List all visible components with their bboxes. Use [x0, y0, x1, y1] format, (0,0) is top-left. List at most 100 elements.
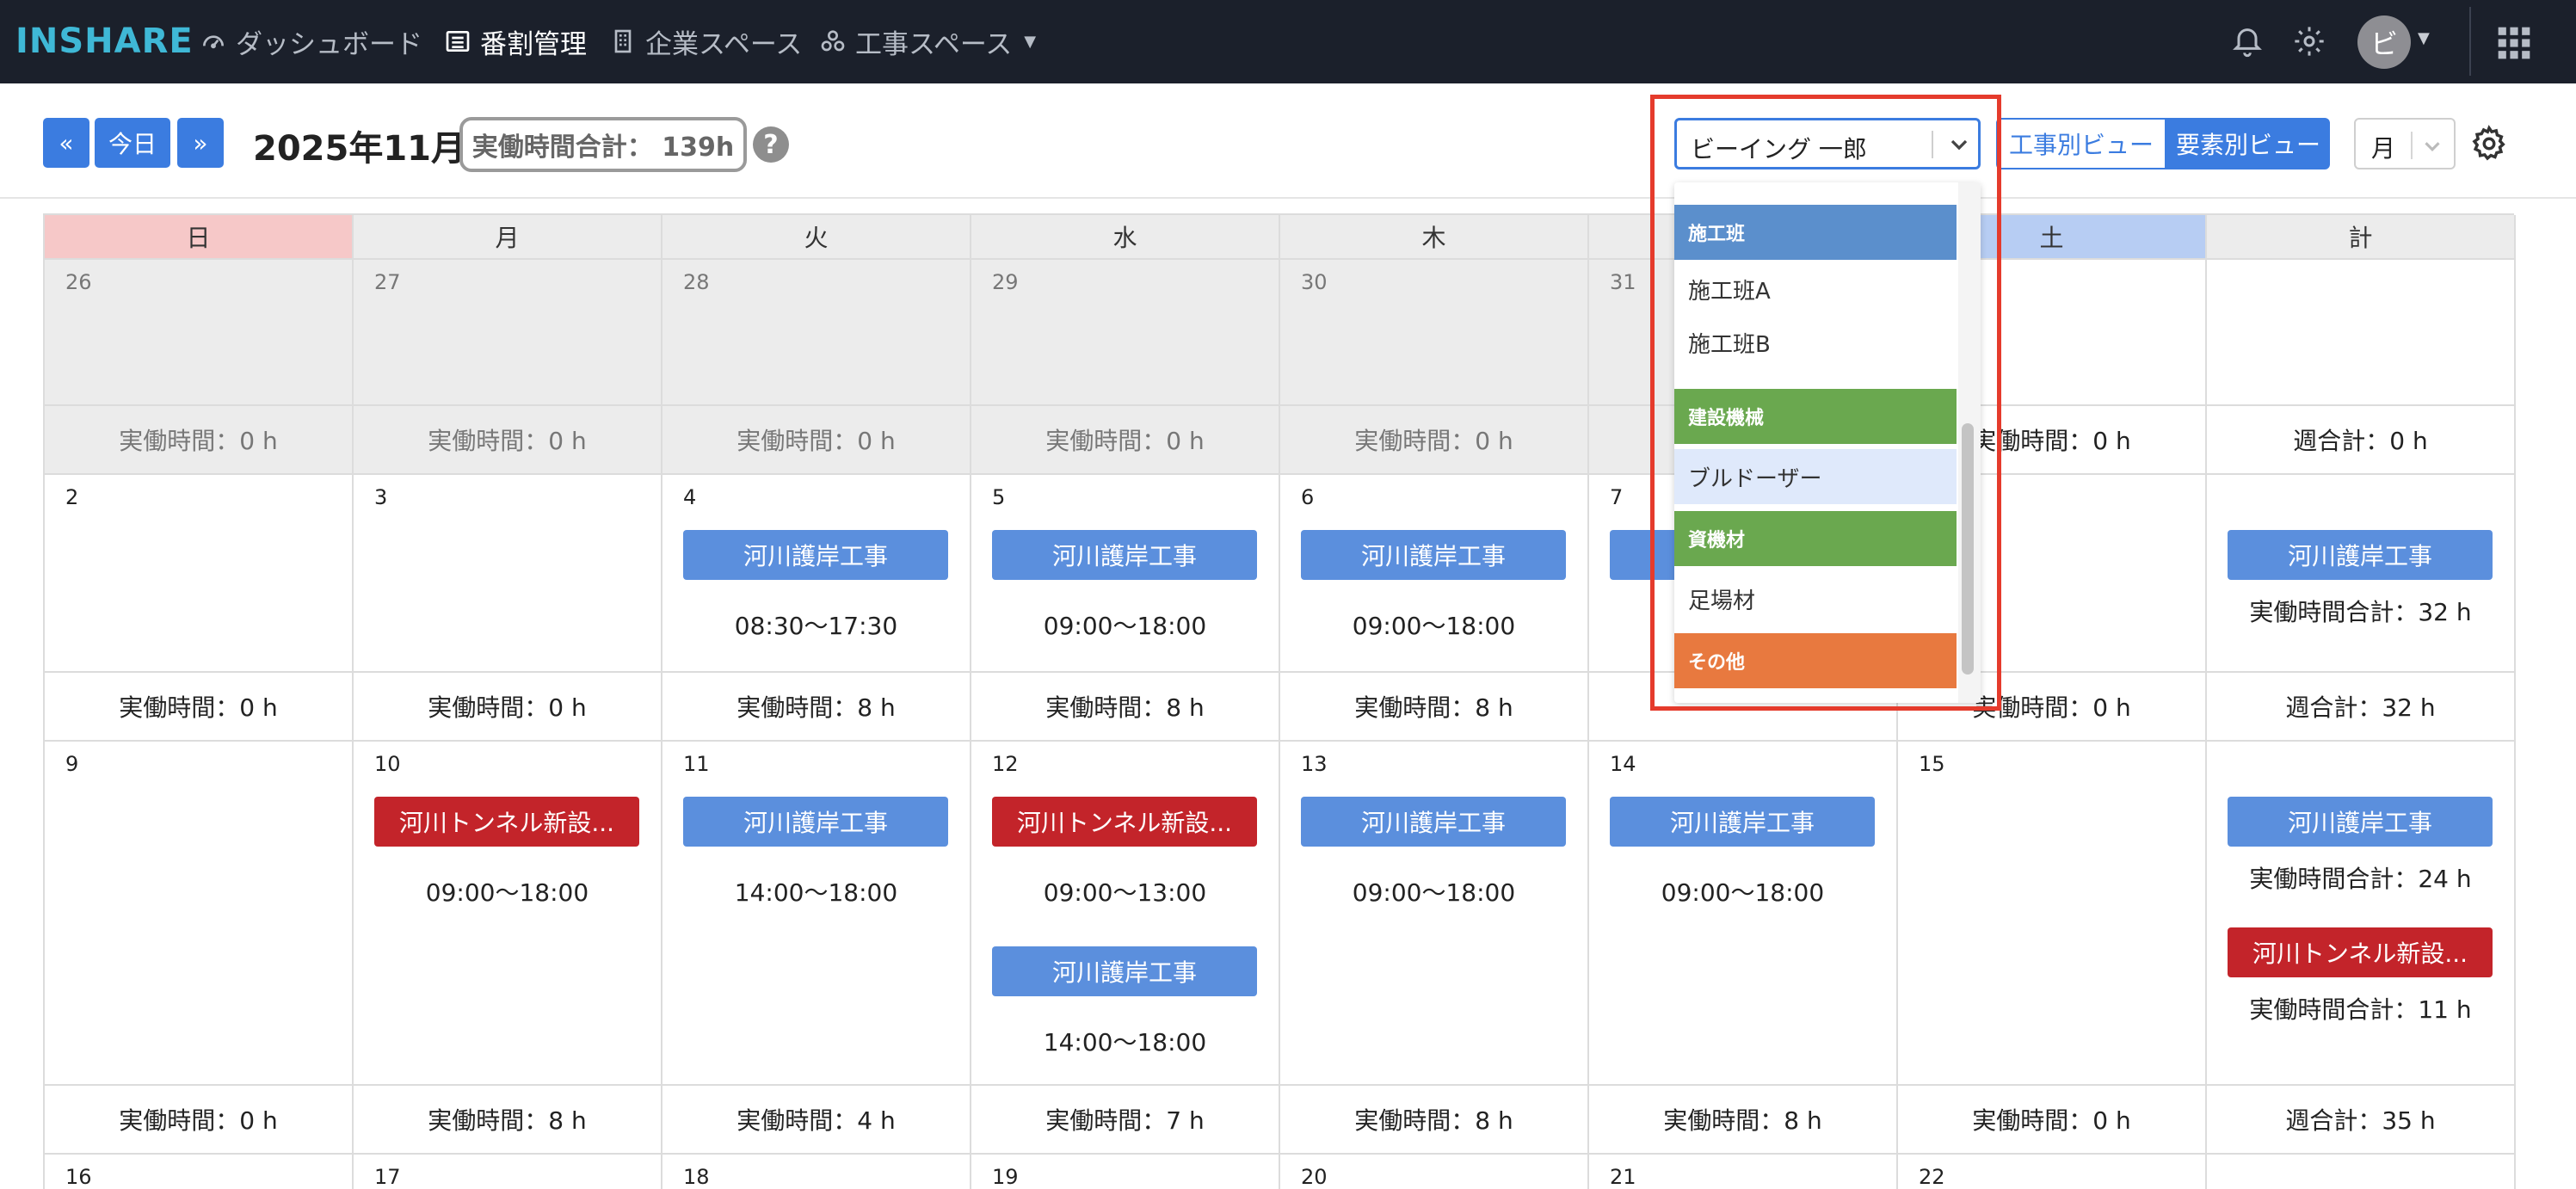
total-event[interactable]: 河川トンネル新設... [2228, 927, 2493, 977]
day-cell[interactable]: 6 河川護岸工事 09:00〜18:00 [1280, 475, 1589, 673]
day-cell[interactable]: 20 [1280, 1155, 1589, 1189]
event-time: 09:00〜18:00 [1043, 612, 1207, 640]
schedule-event[interactable]: 河川護岸工事 [992, 530, 1257, 580]
calendar-settings-icon[interactable] [2469, 124, 2509, 163]
nav-dashboard[interactable]: ダッシュボード [200, 19, 422, 64]
bell-icon [2233, 28, 2262, 58]
period-select-value: 月 [2371, 134, 2396, 163]
day-cell[interactable]: 15 [1898, 742, 2207, 1086]
schedule-event[interactable]: 河川護岸工事 [683, 797, 948, 847]
day-cell[interactable]: 16 [45, 1155, 354, 1189]
day-cell[interactable]: 5 河川護岸工事 09:00〜18:00 [971, 475, 1280, 673]
day-cell[interactable]: 13 河川護岸工事 09:00〜18:00 [1280, 742, 1589, 1086]
nav-shift-management[interactable]: 番割管理 [444, 19, 587, 64]
total-hours-badge: 実働時間合計： 139h [459, 117, 747, 172]
event-total-hours: 実働時間合計：32 h [2249, 598, 2472, 626]
schedule-event[interactable]: 河川護岸工事 [1301, 530, 1566, 580]
highlight-annotation [1650, 95, 2001, 711]
prev-month-button[interactable]: « [43, 118, 89, 168]
day-cell[interactable]: 10 河川トンネル新設... 09:00〜18:00 [354, 742, 662, 1086]
total-event[interactable]: 河川護岸工事 [2228, 797, 2493, 847]
settings-button[interactable] [2289, 21, 2330, 62]
schedule-event[interactable]: 河川護岸工事 [992, 946, 1257, 996]
day-cell[interactable]: 3 [354, 475, 662, 673]
today-button[interactable]: 今日 [95, 118, 170, 168]
nav-company-space[interactable]: 企業スペース [609, 19, 802, 64]
app-logo[interactable]: INSHARE [15, 22, 194, 61]
chevron-down-icon[interactable]: ▼ [2418, 29, 2430, 47]
schedule-event[interactable]: 河川護岸工事 [1301, 797, 1566, 847]
daily-hours: 実働時間：8 h [1280, 1086, 1589, 1155]
day-number: 3 [374, 485, 388, 509]
week-total-cell [2207, 260, 2516, 406]
nav-construction-space-label: 工事スペース [855, 28, 1013, 60]
day-number: 30 [1301, 270, 1328, 294]
day-cell[interactable]: 30 [1280, 260, 1589, 406]
day-number: 26 [65, 270, 92, 294]
cluster-icon [821, 30, 845, 52]
chevron-down-icon [2425, 142, 2440, 151]
day-number: 28 [683, 270, 710, 294]
day-cell[interactable]: 18 [662, 1155, 971, 1189]
help-icon[interactable]: ? [753, 126, 789, 163]
chevron-down-icon: ▼ [1024, 32, 1037, 51]
event-total-hours: 実働時間合計：24 h [2249, 865, 2472, 893]
daily-hours: 実働時間：0 h [45, 1086, 354, 1155]
day-number: 7 [1610, 485, 1624, 509]
day-cell[interactable]: 19 [971, 1155, 1280, 1189]
period-select[interactable]: 月 [2354, 118, 2456, 169]
view-by-project-button[interactable]: 工事別ビュー [1996, 118, 2166, 169]
apps-grid-icon[interactable] [2495, 24, 2533, 62]
schedule-event[interactable]: 河川トンネル新設... [992, 797, 1257, 847]
day-number: 13 [1301, 752, 1328, 776]
daily-hours: 実働時間：0 h [45, 406, 354, 475]
schedule-event[interactable]: 河川護岸工事 [1610, 797, 1875, 847]
next-month-button[interactable]: » [177, 118, 224, 168]
nav-construction-space[interactable]: 工事スペース ▼ [819, 19, 1036, 64]
daily-hours: 実働時間：0 h [1898, 1086, 2207, 1155]
daily-hours: 実働時間：0 h [662, 406, 971, 475]
schedule-event[interactable]: 河川トンネル新設... [374, 797, 639, 847]
week-sum-row: 実働時間：0 h 実働時間：8 h 実働時間：4 h 実働時間：7 h 実働時間… [45, 1086, 2516, 1155]
day-cell[interactable]: 22 [1898, 1155, 2207, 1189]
day-cell[interactable]: 26 [45, 260, 354, 406]
day-cell[interactable]: 14 河川護岸工事 09:00〜18:00 [1589, 742, 1898, 1086]
day-number: 20 [1301, 1165, 1328, 1189]
week-sum-row: 実働時間：0 h 実働時間：0 h 実働時間：0 h 実働時間：0 h 実働時間… [45, 406, 2516, 475]
week-row: 9 10 河川トンネル新設... 09:00〜18:00 11 河川護岸工事 1… [45, 742, 2516, 1086]
event-time: 09:00〜18:00 [1352, 612, 1516, 640]
daily-hours: 実働時間：7 h [971, 1086, 1280, 1155]
day-cell[interactable]: 9 [45, 742, 354, 1086]
notification-button[interactable] [2227, 21, 2268, 62]
day-cell[interactable]: 17 [354, 1155, 662, 1189]
day-cell[interactable]: 29 [971, 260, 1280, 406]
nav-dashboard-label: ダッシュボード [236, 28, 422, 60]
day-number: 17 [374, 1165, 401, 1189]
day-number: 18 [683, 1165, 710, 1189]
nav-shift-management-label: 番割管理 [480, 28, 587, 60]
week-row: 26 27 28 29 30 31 [45, 260, 2516, 406]
list-icon [446, 31, 470, 52]
day-cell[interactable]: 12 河川トンネル新設... 09:00〜13:00 河川護岸工事 14:00〜… [971, 742, 1280, 1086]
day-cell[interactable]: 21 [1589, 1155, 1898, 1189]
schedule-event[interactable]: 河川護岸工事 [683, 530, 948, 580]
nav-divider [2469, 7, 2471, 76]
view-by-element-button[interactable]: 要素別ビュー [2166, 118, 2330, 169]
event-time: 09:00〜13:00 [1043, 878, 1207, 907]
select-separator [2411, 132, 2413, 159]
total-event[interactable]: 河川護岸工事 [2228, 530, 2493, 580]
daily-hours: 実働時間：4 h [662, 1086, 971, 1155]
day-number: 4 [683, 485, 697, 509]
day-cell[interactable]: 27 [354, 260, 662, 406]
user-avatar[interactable]: ビ [2357, 15, 2411, 69]
day-number: 27 [374, 270, 401, 294]
daily-hours: 実働時間：8 h [354, 1086, 662, 1155]
weekday-thu: 木 [1280, 215, 1589, 260]
day-cell[interactable]: 11 河川護岸工事 14:00〜18:00 [662, 742, 971, 1086]
week-total-cell: 河川護岸工事 実働時間合計：24 h 河川トンネル新設... 実働時間合計：11… [2207, 742, 2516, 1086]
day-cell[interactable]: 28 [662, 260, 971, 406]
daily-hours: 実働時間：8 h [1589, 1086, 1898, 1155]
calendar-grid: 日 月 火 水 木 金 土 計 26 27 28 29 30 31 実働時間：0… [43, 213, 2516, 1189]
day-cell[interactable]: 2 [45, 475, 354, 673]
day-cell[interactable]: 4 河川護岸工事 08:30〜17:30 [662, 475, 971, 673]
